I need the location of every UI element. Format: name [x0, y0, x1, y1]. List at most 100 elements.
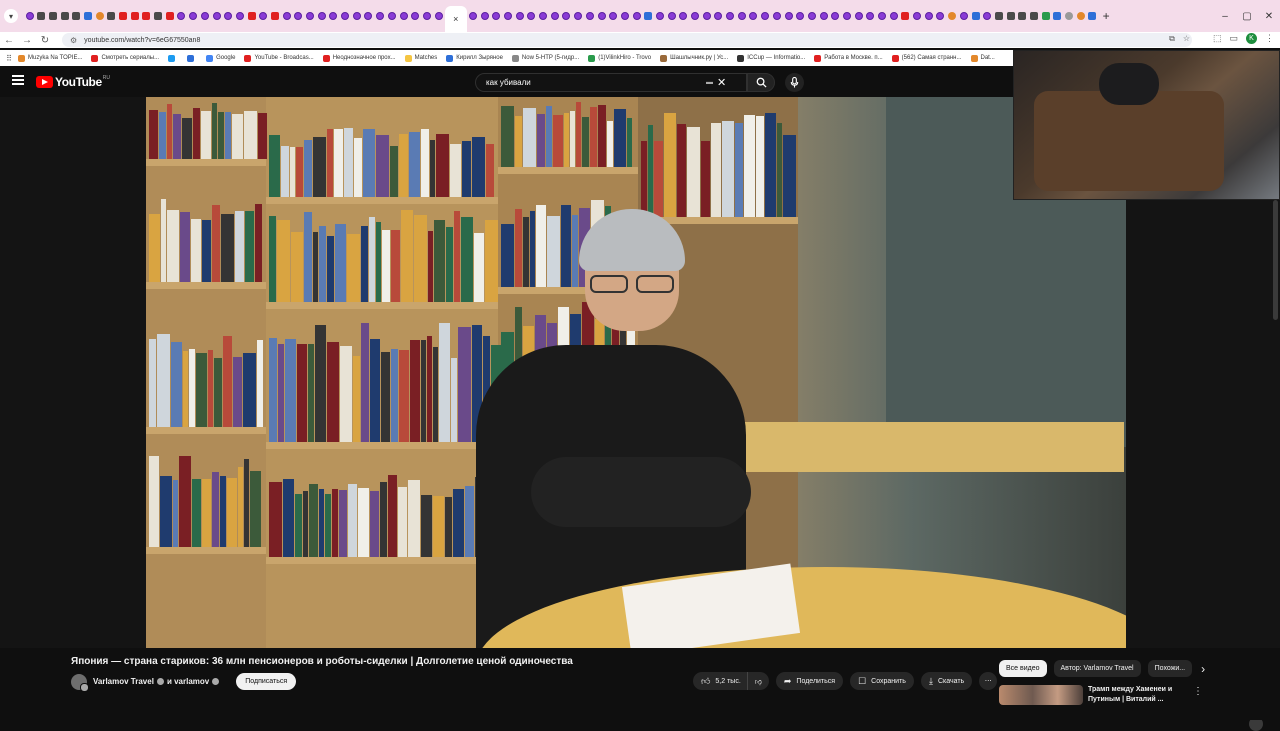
keyboard-icon[interactable]: ▬ [706, 79, 713, 86]
video-frame[interactable] [146, 97, 1126, 648]
chrome-menu-icon[interactable]: ⋮ [1265, 33, 1274, 44]
bookmark-item[interactable]: (562) Самая странн... [891, 54, 962, 62]
browser-tab[interactable] [234, 0, 245, 32]
recommendation-item[interactable]: Трамп между Хаменеи и Путиным | Виталий … [999, 685, 1180, 705]
profile-avatar[interactable]: K [1246, 33, 1257, 44]
chip-related[interactable]: Похожи... [1147, 660, 1193, 677]
browser-tab[interactable] [503, 0, 514, 32]
browser-tab[interactable] [573, 0, 584, 32]
browser-tab[interactable] [631, 0, 642, 32]
close-tab-icon[interactable]: × [453, 14, 458, 24]
guide-menu-icon[interactable] [12, 75, 24, 87]
browser-tab[interactable] [993, 0, 1004, 32]
bookmark-item[interactable]: Muzyka Na TOPIE... [18, 54, 82, 62]
browser-tab[interactable] [818, 0, 829, 32]
browser-tab[interactable] [947, 0, 958, 32]
browser-tab[interactable] [830, 0, 841, 32]
browser-tab[interactable] [129, 0, 140, 32]
browser-tab[interactable] [958, 0, 969, 32]
address-bar[interactable]: ⚙ youtube.com/watch?v=6eG67550an8 [62, 33, 1192, 47]
youtube-logo[interactable]: YouTube RU [36, 75, 110, 89]
browser-tab[interactable] [153, 0, 164, 32]
recommendation-title[interactable]: Трамп между Хаменеи и Путиным | Виталий … [1088, 685, 1180, 705]
bookmark-item[interactable]: Google [206, 54, 235, 62]
chevron-right-icon[interactable]: › [1201, 662, 1205, 676]
extensions-icon[interactable]: ⬚ [1213, 33, 1222, 44]
bookmark-item[interactable]: Matches [404, 54, 437, 62]
bookmark-item[interactable]: Кирилл Зыряное [446, 54, 503, 62]
dislike-button[interactable]: 👎︎ [746, 672, 769, 690]
browser-tab[interactable] [340, 0, 351, 32]
browser-tab[interactable] [479, 0, 490, 32]
recommendation-menu-icon[interactable]: ⋮ [1193, 686, 1203, 697]
bookmark-item[interactable]: Смотреть сериалы... [91, 54, 159, 62]
install-app-icon[interactable]: ⧉ [1169, 34, 1175, 44]
url-text[interactable]: youtube.com/watch?v=6eG67550an8 [84, 37, 200, 44]
browser-tab[interactable] [888, 0, 899, 32]
bookmark-item[interactable]: (1)VilinkHiro - Trovo [588, 54, 651, 62]
bookmark-item[interactable]: Неоднозначное прох... [322, 54, 396, 62]
browser-tab[interactable] [1040, 0, 1051, 32]
browser-tab[interactable] [608, 0, 619, 32]
browser-tab[interactable] [1017, 0, 1028, 32]
browser-tab[interactable] [141, 0, 152, 32]
browser-tab[interactable] [561, 0, 572, 32]
page-scrollbar[interactable] [1273, 200, 1278, 320]
browser-tab[interactable] [433, 0, 444, 32]
browser-tab[interactable] [363, 0, 374, 32]
browser-tab[interactable] [71, 0, 82, 32]
browser-tab[interactable] [795, 0, 806, 32]
bookmark-item[interactable]: Шашлычник.ру | Ус... [660, 54, 728, 62]
browser-tab[interactable] [106, 0, 117, 32]
subscribe-button[interactable]: Подписаться [236, 673, 297, 690]
browser-tab[interactable] [164, 0, 175, 32]
browser-tab[interactable] [643, 0, 654, 32]
browser-tab[interactable] [328, 0, 339, 32]
browser-tab[interactable] [467, 0, 478, 32]
browser-tab[interactable] [1005, 0, 1016, 32]
browser-tab[interactable] [269, 0, 280, 32]
browser-tab[interactable] [584, 0, 595, 32]
browser-tab[interactable] [410, 0, 421, 32]
browser-tab[interactable] [725, 0, 736, 32]
browser-tab[interactable] [491, 0, 502, 32]
browser-tab[interactable] [690, 0, 701, 32]
browser-tab[interactable] [900, 0, 911, 32]
browser-tab[interactable] [82, 0, 93, 32]
browser-tab[interactable] [1064, 0, 1075, 32]
browser-tab[interactable] [853, 0, 864, 32]
browser-tab[interactable] [223, 0, 234, 32]
browser-tab[interactable] [293, 0, 304, 32]
browser-tab[interactable] [1087, 0, 1098, 32]
browser-tab[interactable] [514, 0, 525, 32]
apps-grid-icon[interactable]: ⠿ [0, 54, 18, 63]
browser-tab[interactable] [549, 0, 560, 32]
channel-name[interactable]: Varlamov Travel [93, 677, 154, 686]
browser-tab[interactable] [258, 0, 269, 32]
browser-tab[interactable] [199, 0, 210, 32]
bookmark-item[interactable] [187, 54, 197, 62]
browser-tab[interactable] [736, 0, 747, 32]
bookmark-item[interactable]: Now 5-HTP (5-гидр... [511, 54, 579, 62]
browser-tab[interactable] [877, 0, 888, 32]
browser-tab[interactable] [841, 0, 852, 32]
browser-tab[interactable] [526, 0, 537, 32]
browser-tab[interactable] [596, 0, 607, 32]
maximize-button[interactable]: ▢ [1236, 11, 1258, 22]
save-button[interactable]: ☐ Сохранить [850, 672, 914, 690]
collab-channel[interactable]: и varlamov [167, 677, 209, 686]
sidepanel-icon[interactable]: ▭ [1229, 33, 1238, 44]
browser-tab[interactable] [47, 0, 58, 32]
browser-tab[interactable] [1052, 0, 1063, 32]
browser-tab[interactable] [666, 0, 677, 32]
browser-tab[interactable] [538, 0, 549, 32]
browser-tab[interactable] [386, 0, 397, 32]
bookmark-item[interactable]: Dat... [970, 54, 995, 62]
search-button[interactable] [747, 73, 775, 92]
close-window-button[interactable]: ✕ [1258, 11, 1280, 22]
bookmark-item[interactable]: ICCup — Informatio... [737, 54, 805, 62]
reload-icon[interactable]: ↻ [36, 35, 54, 46]
minimize-button[interactable]: – [1214, 11, 1236, 22]
browser-tab[interactable] [923, 0, 934, 32]
browser-tab[interactable] [654, 0, 665, 32]
